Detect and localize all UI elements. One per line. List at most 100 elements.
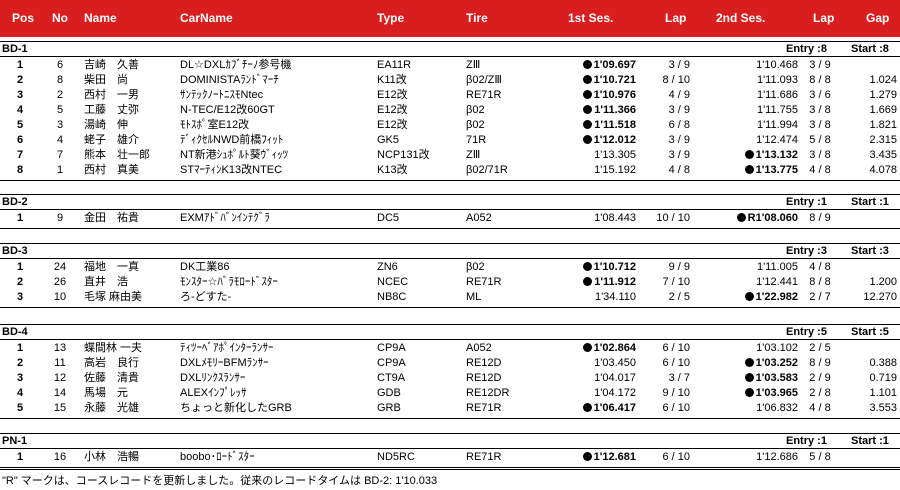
cell-s2: 1'12.474	[756, 134, 798, 146]
cell-pos: 1	[16, 59, 24, 71]
group-start: Start :1	[851, 435, 889, 447]
best-lap-dot-icon	[582, 403, 592, 412]
cell-no: 9	[56, 212, 64, 224]
cell-gap: 3.553	[869, 402, 897, 414]
cell-car: DK工業86	[180, 261, 230, 273]
group-divider	[0, 307, 900, 308]
cell-s1-text: 1'10.712	[593, 261, 636, 273]
group-name: PN-1	[2, 435, 28, 447]
cell-gap: 3.435	[869, 149, 897, 161]
cell-s2-best: 1'03.252	[690, 357, 798, 370]
cell-lap1: 3 / 9	[668, 134, 690, 146]
cell-name: 高岩 良行	[84, 357, 139, 369]
cell-name: 金田 祐貴	[84, 212, 139, 224]
table-row: 2 11 高岩 良行 DXLﾒﾓﾘｰBFMﾗﾝｻｰ CP9A RE12D 1'03.450 6…	[0, 356, 900, 371]
cell-gap: 1.669	[869, 104, 897, 116]
cell-s2: 1'03.102	[756, 342, 798, 354]
cell-tire: ZⅢ	[466, 149, 481, 161]
header-type: Type	[377, 11, 405, 25]
table-row: 4 14 馬場 元 ALEXｲﾝﾌﾟﾚｯｻ GDB RE12DR 1'04.172 9 / 1…	[0, 386, 900, 401]
cell-lap2: 2 / 9	[809, 372, 831, 384]
group-entry: Entry :8	[786, 43, 827, 55]
cell-car: ちょっと新化したGRB	[180, 402, 292, 414]
cell-gap: 0.719	[869, 372, 897, 384]
cell-type: GK5	[377, 134, 400, 146]
cell-s2-best: 1'22.982	[690, 291, 798, 304]
group-name: BD-4	[2, 326, 28, 338]
cell-s2: 1'11.755	[756, 104, 798, 116]
cell-lap2: 3 / 8	[809, 104, 831, 116]
cell-s2: 1'10.468	[756, 59, 798, 71]
cell-s2: 1'11.005	[756, 261, 798, 273]
cell-no: 10	[53, 291, 67, 303]
cell-car: DXLﾒﾓﾘｰBFMﾗﾝｻｰ	[180, 357, 269, 369]
header-tire: Tire	[466, 11, 488, 25]
cell-s2-text: 1'03.252	[755, 357, 798, 369]
cell-car: ALEXｲﾝﾌﾟﾚｯｻ	[180, 387, 247, 399]
cell-lap2: 5 / 8	[809, 134, 831, 146]
best-lap-dot-icon	[744, 165, 754, 174]
cell-tire: ZⅢ	[466, 59, 481, 71]
cell-s1-best: 1'10.721	[540, 74, 636, 87]
cell-car: N-TEC/E12改60GT	[180, 104, 275, 116]
cell-gap: 0.388	[869, 357, 897, 369]
cell-no: 6	[56, 59, 64, 71]
cell-type: NCEC	[377, 276, 409, 288]
cell-s1-best: 1'10.712	[540, 261, 636, 274]
cell-name: 福地 一真	[84, 261, 139, 273]
cell-no: 1	[56, 164, 64, 176]
cell-type: E12改	[377, 119, 408, 131]
cell-s1-best: 1'12.681	[540, 451, 636, 464]
cell-lap1: 3 / 9	[668, 104, 690, 116]
cell-name: 西村 一男	[84, 89, 139, 101]
cell-lap2: 3 / 9	[809, 59, 831, 71]
cell-s1-text: 1'11.366	[594, 104, 636, 116]
cell-name: 蛯子 雄介	[84, 134, 139, 146]
cell-pos: 2	[16, 276, 24, 288]
table-row: 4 5 工藤 丈弥 N-TEC/E12改60GT E12改 β02 1'11.366 3 / …	[0, 103, 900, 118]
cell-gap: 1.279	[869, 89, 897, 101]
cell-no: 8	[56, 74, 64, 86]
cell-s1-text: 1'02.864	[593, 342, 636, 354]
cell-pos: 2	[16, 357, 24, 369]
cell-s1-best: 1'11.912	[540, 276, 636, 289]
cell-name: 蝶間林 一夫	[84, 342, 143, 354]
cell-pos: 1	[16, 342, 24, 354]
header-gap: Gap	[866, 11, 890, 25]
cell-car: EXMｱﾄﾞﾊﾞﾝｲﾝﾃｸﾞﾗ	[180, 212, 270, 224]
cell-tire: RE71R	[466, 89, 502, 101]
group-header: BD-4 Entry :5 Start :5	[0, 324, 900, 340]
group-header: PN-1 Entry :1 Start :1	[0, 433, 900, 449]
group-start: Start :8	[851, 43, 889, 55]
cell-s1-text: 1'11.518	[594, 119, 636, 131]
cell-lap2: 8 / 9	[809, 212, 831, 224]
cell-tire: 71R	[466, 134, 487, 146]
cell-no: 26	[53, 276, 67, 288]
cell-s1-text: 1'10.721	[593, 74, 636, 86]
group-start: Start :5	[851, 326, 889, 338]
cell-no: 15	[53, 402, 67, 414]
best-lap-dot-icon	[736, 213, 746, 222]
best-lap-dot-icon	[582, 262, 592, 271]
cell-car: DXLﾘﾝｸｽﾗﾝｻｰ	[180, 372, 246, 384]
cell-lap2: 4 / 8	[809, 261, 831, 273]
group-start: Start :3	[851, 245, 889, 257]
cell-type: EA11R	[377, 59, 412, 71]
cell-s2-best: 1'13.775	[690, 164, 798, 177]
cell-s1-text: 1'09.697	[593, 59, 636, 71]
cell-name: 工藤 丈弥	[84, 104, 139, 116]
cell-lap2: 2 / 7	[809, 291, 831, 303]
cell-s1-text: 1'11.912	[594, 276, 636, 288]
cell-gap: 1.024	[869, 74, 897, 86]
cell-s2: 1'11.686	[756, 89, 798, 101]
cell-s1: 1'04.172	[594, 387, 636, 399]
best-lap-dot-icon	[744, 373, 754, 382]
best-lap-dot-icon	[583, 277, 593, 286]
cell-no: 14	[53, 387, 67, 399]
footer-divider	[0, 469, 900, 470]
cell-pos: 7	[16, 149, 24, 161]
cell-s1-text: 1'10.976	[593, 89, 636, 101]
cell-s1-text: 1'06.417	[593, 402, 636, 414]
cell-type: K13改	[377, 164, 408, 176]
cell-name: 西村 真美	[84, 164, 139, 176]
